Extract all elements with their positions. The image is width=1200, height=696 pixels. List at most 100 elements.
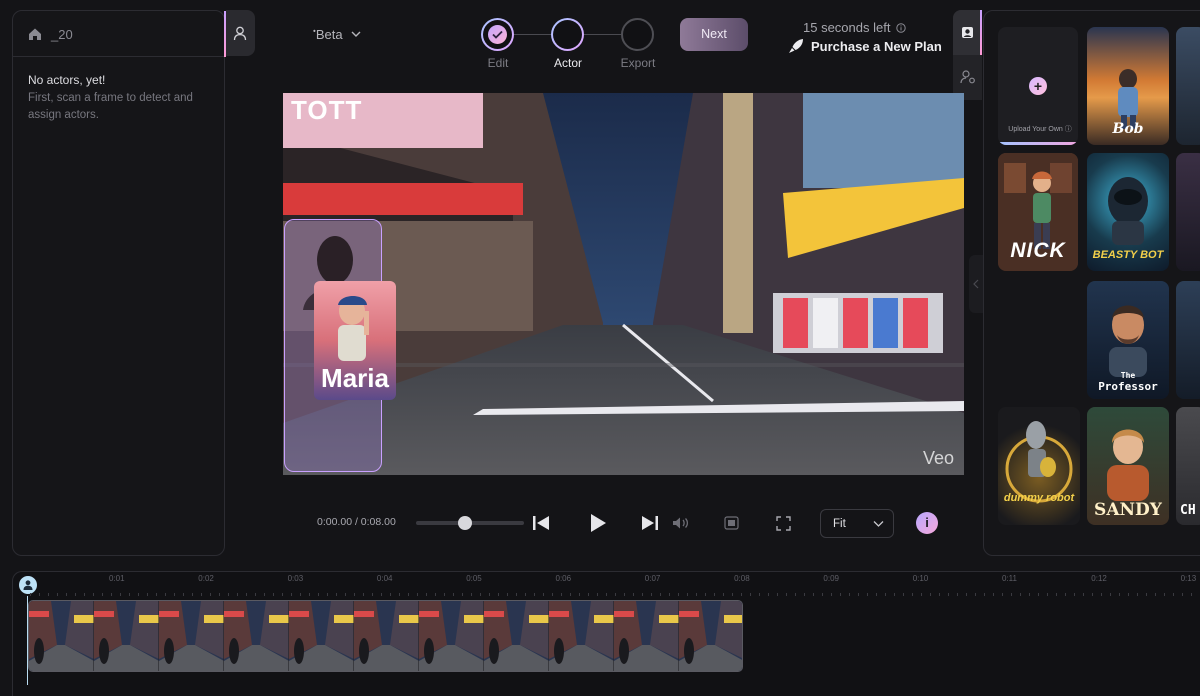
- info-circle-icon[interactable]: [896, 23, 906, 33]
- step-label-edit: Edit: [487, 56, 509, 70]
- timeline-tick-mark: [165, 593, 166, 596]
- upload-label: Upload Your Own ⓘ: [1008, 126, 1072, 133]
- actor-card-partial[interactable]: [1176, 281, 1200, 399]
- timeline-tick-mark: [651, 593, 652, 596]
- skip-back-icon[interactable]: [532, 515, 550, 531]
- timeline-tick-mark: [678, 593, 679, 596]
- play-icon[interactable]: [589, 513, 607, 533]
- scrub-handle[interactable]: [457, 516, 472, 530]
- timeline-tick-label: 0:11: [1002, 574, 1017, 583]
- timeline-tick-mark: [183, 593, 184, 596]
- timeline-tick-mark: [957, 593, 958, 596]
- timeline-tick-mark: [795, 593, 796, 596]
- playhead-handle[interactable]: [17, 574, 39, 596]
- timeline-tick-mark: [372, 593, 373, 596]
- info-button[interactable]: i: [916, 512, 938, 534]
- timeline-tick-mark: [156, 593, 157, 596]
- fullscreen-icon[interactable]: [776, 516, 791, 531]
- actor-card-name: dummy robot: [1003, 492, 1075, 504]
- timeline-tick-mark: [57, 593, 58, 596]
- actors-panel: _20 No actors, yet! First, scan a frame …: [12, 10, 226, 556]
- actor-card-partial[interactable]: [1176, 153, 1200, 271]
- next-button[interactable]: Next: [680, 18, 748, 51]
- timeline-tick-mark: [480, 593, 481, 596]
- timeline-tick-label: 0:06: [555, 574, 572, 583]
- actor-card-partial[interactable]: CH: [1176, 407, 1200, 525]
- timeline-tick-mark: [912, 593, 913, 596]
- picture-in-picture-icon[interactable]: [724, 516, 739, 530]
- timeline-tick-mark: [813, 593, 814, 596]
- upload-own-actor-card[interactable]: + Upload Your Own ⓘ: [998, 27, 1078, 145]
- volume-icon[interactable]: [672, 516, 689, 530]
- timeline-tick-mark: [444, 593, 445, 596]
- user-settings-icon[interactable]: [960, 70, 976, 84]
- empty-state-description: First, scan a frame to detect and assign…: [28, 92, 193, 121]
- timeline-tick-mark: [228, 593, 229, 596]
- timeline-tick-mark: [30, 593, 31, 596]
- actor-overlay-name: Maria: [321, 363, 389, 393]
- actor-panel-tab[interactable]: [226, 10, 255, 56]
- timeline-tick-mark: [714, 593, 715, 596]
- timeline-tick-mark: [237, 593, 238, 596]
- library-tabs: [953, 10, 982, 100]
- timeline-tick-mark: [1047, 593, 1048, 596]
- timeline-tick-mark: [507, 593, 508, 596]
- timeline-tick-mark: [633, 593, 634, 596]
- video-preview[interactable]: TOTT Maria Veo: [283, 93, 964, 475]
- skip-forward-icon[interactable]: [641, 515, 659, 531]
- timeline-tick-mark: [732, 593, 733, 596]
- timeline-tick-mark: [741, 593, 742, 596]
- timeline-tick-label: 0:04: [376, 574, 393, 583]
- project-name[interactable]: _20: [51, 27, 73, 42]
- timeline-tick-mark: [345, 593, 346, 596]
- timeline-tick-mark: [579, 593, 580, 596]
- timeline-tick-mark: [867, 593, 868, 596]
- timeline-tick-mark: [489, 593, 490, 596]
- timeline-tick-label: 0:01: [109, 574, 125, 583]
- timeline-tick-mark: [624, 593, 625, 596]
- clip-filmstrip: [29, 601, 742, 671]
- timeline-tick-mark: [1164, 593, 1165, 596]
- timeline-tick-mark: [327, 593, 328, 596]
- timeline-tick-mark: [660, 593, 661, 596]
- chevron-down-icon[interactable]: [350, 28, 362, 40]
- clip-frame: [289, 601, 355, 671]
- step-export[interactable]: [621, 18, 654, 51]
- actor-card-name: CH: [1180, 503, 1196, 518]
- timeline-tick-label: 0:02: [198, 574, 214, 583]
- timeline-tick-mark: [876, 593, 877, 596]
- tab-actors-library[interactable]: [953, 10, 982, 55]
- actor-card-dummy-robot[interactable]: dummy robot: [998, 407, 1080, 525]
- timeline-tick-mark: [822, 593, 823, 596]
- actor-card-beasty-bot[interactable]: BEASTY BOT: [1087, 153, 1169, 271]
- actor-card-sandy[interactable]: SANDY: [1087, 407, 1169, 525]
- step-actor[interactable]: [551, 18, 584, 51]
- video-clip-track[interactable]: [28, 600, 743, 672]
- actor-card-the-professor[interactable]: The Professor: [1087, 281, 1169, 399]
- timeline-tick-mark: [417, 593, 418, 596]
- actor-card-bob[interactable]: Bob: [1087, 27, 1169, 145]
- timeline-tick-mark: [1092, 593, 1093, 596]
- home-icon[interactable]: [27, 26, 43, 42]
- step-edit[interactable]: [481, 18, 514, 51]
- timeline-tick-mark: [1020, 593, 1021, 596]
- timeline-tick-mark: [642, 593, 643, 596]
- timeline-tick-mark: [1101, 593, 1102, 596]
- actor-card-nick[interactable]: NICK: [998, 153, 1078, 271]
- clip-frame: [419, 601, 485, 671]
- timeline-tick-mark: [309, 593, 310, 596]
- actor-card-name: Bob: [1112, 121, 1144, 137]
- model-select[interactable]: •Beta: [313, 27, 343, 42]
- fit-select[interactable]: Fit: [820, 509, 894, 538]
- info-circle-icon[interactable]: ⓘ: [1065, 126, 1072, 133]
- actor-card-partial[interactable]: [1176, 27, 1200, 145]
- collapse-handle[interactable]: [969, 255, 983, 313]
- actor-card-name: NICK: [1010, 239, 1066, 262]
- timeline-tick-mark: [273, 593, 274, 596]
- timeline-tick-mark: [831, 593, 832, 596]
- assigned-actor-card[interactable]: Maria: [314, 281, 396, 400]
- playhead-line[interactable]: [27, 585, 28, 685]
- sign-text: TOTT: [291, 95, 363, 125]
- timecode: 0:00.00 / 0:08.00: [317, 516, 396, 528]
- timeline-tick-mark: [597, 593, 598, 596]
